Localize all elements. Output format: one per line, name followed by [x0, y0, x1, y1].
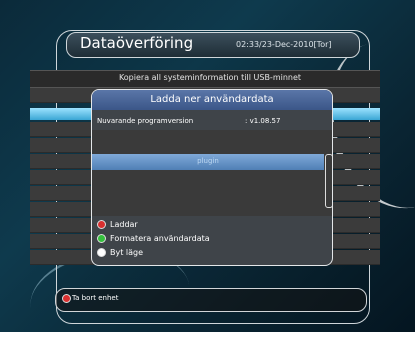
option-label: Formatera användardata [110, 234, 210, 243]
list-scrollbar[interactable] [325, 154, 332, 208]
remove-device-label[interactable]: Ta bort enhet [72, 294, 118, 302]
page-title: Dataöverföring [80, 34, 194, 52]
download-dialog: Ladda ner användardata Nuvarande program… [91, 89, 333, 266]
green-button-icon [97, 234, 106, 243]
option-load[interactable]: Laddar [97, 220, 138, 229]
option-label: Byt läge [110, 248, 144, 257]
list-item-label: plugin [197, 157, 219, 165]
option-switch-mode[interactable]: Byt läge [97, 248, 143, 257]
file-list [92, 130, 332, 216]
white-button-icon [97, 248, 106, 257]
version-label: Nuvarande programversion [97, 117, 194, 125]
clock-display: 02:33/23-Dec-2010[Tor] [236, 40, 332, 49]
option-label: Laddar [110, 220, 138, 229]
version-value: : v1.08.57 [245, 117, 281, 125]
subtitle-text: Kopiera all systeminformation till USB-m… [118, 73, 302, 82]
dialog-title: Ladda ner användardata [150, 94, 274, 105]
red-button-icon [62, 294, 71, 303]
option-format[interactable]: Formatera användardata [97, 234, 210, 243]
red-button-icon [97, 220, 106, 229]
